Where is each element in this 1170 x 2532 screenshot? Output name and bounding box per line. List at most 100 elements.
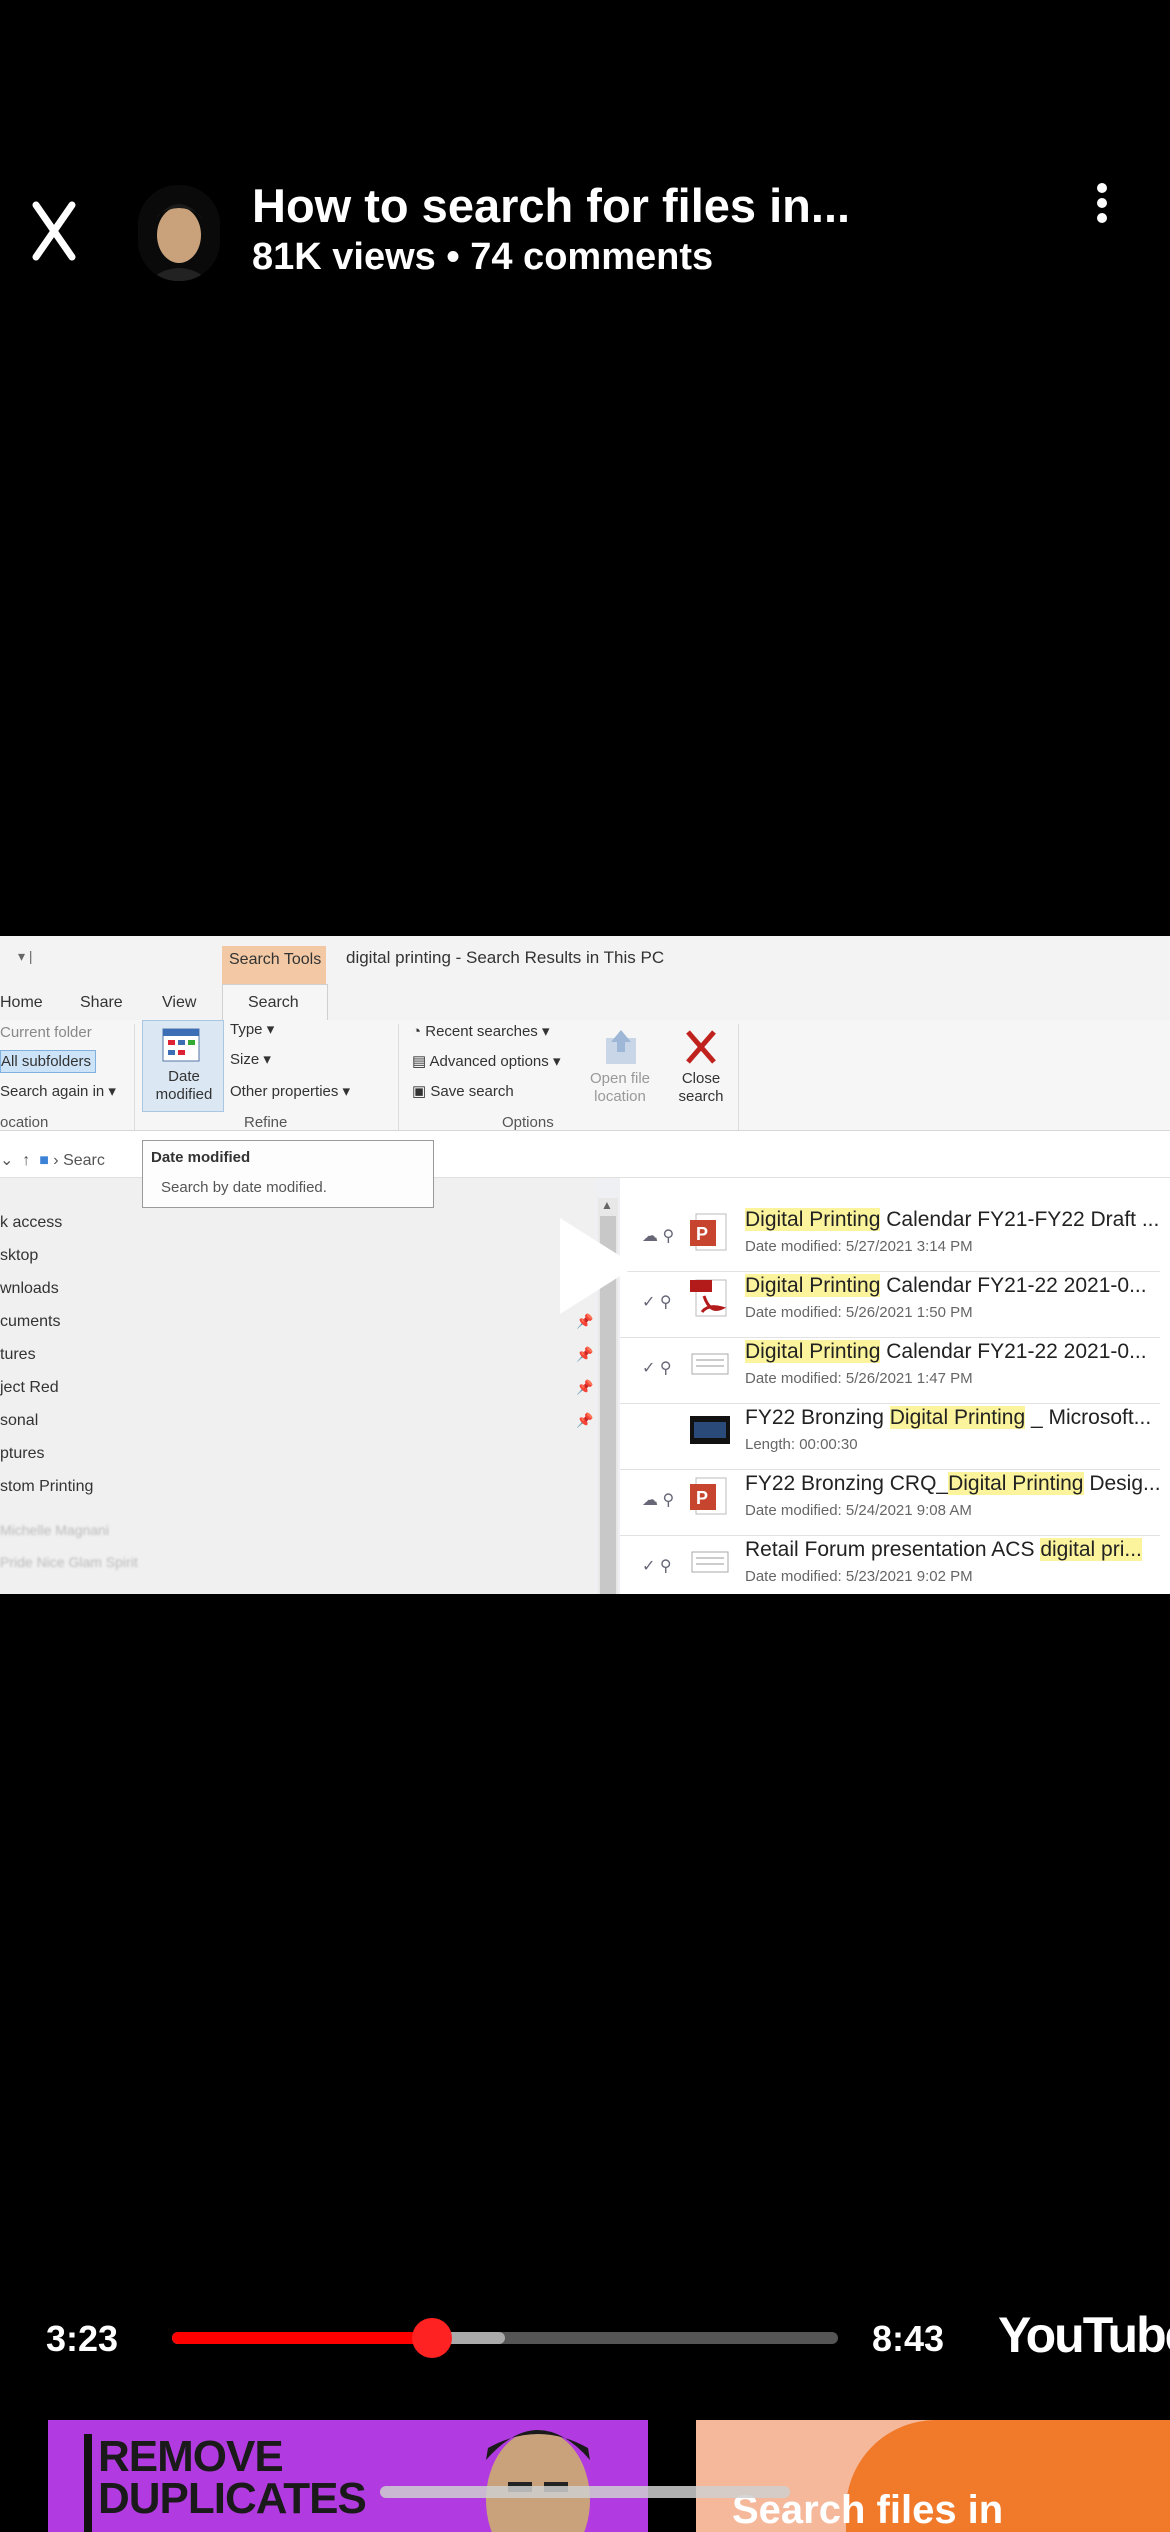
result-title: Retail Forum presentation ACS digital pr… <box>745 1538 1142 1562</box>
tooltip-title: Date modified <box>151 1149 251 1166</box>
tab-search: Search <box>248 994 299 1011</box>
size-option: Size ▾ <box>230 1051 271 1068</box>
video-icon <box>690 1410 730 1450</box>
view-count: 81K views <box>252 236 436 278</box>
nav-blurred-2: Pride Nice Glam Spirit <box>0 1554 138 1570</box>
sync-status-icon: ✓ ⚲ <box>642 1294 672 1311</box>
window-title: digital printing - Search Results in Thi… <box>346 948 665 967</box>
scroll-up-arrow: ▲ <box>601 1198 613 1212</box>
result-title-suffix: Calendar FY21-22 2021-0... <box>880 1274 1147 1297</box>
result-title-highlight: Digital Printing <box>745 1208 881 1231</box>
result-row: ☁ ⚲ P Digital Printing Calendar FY21-FY22 … <box>620 1206 1170 1272</box>
thumbnail-title: REMOVE DUPLICATES <box>98 2432 367 2523</box>
result-row: ✓ ⚲ Digital Printing Calendar FY21-22 202… <box>620 1272 1170 1338</box>
comment-count[interactable]: 74 comments <box>470 236 713 278</box>
type-option: Type ▾ <box>230 1021 275 1038</box>
result-title: Digital Printing Calendar FY21-22 2021-0… <box>745 1340 1147 1364</box>
result-row: ☁ ⚲ P FY22 Bronzing CRQ_Digital Printing D… <box>620 1470 1170 1536</box>
result-title: FY22 Bronzing CRQ_Digital Printing Desig… <box>745 1472 1161 1496</box>
pdf-icon <box>690 1278 730 1318</box>
document-icon <box>690 1344 730 1384</box>
result-title: Digital Printing Calendar FY21-22 2021-0… <box>745 1274 1147 1298</box>
recent-searches-option: ◔ Recent searches ▾ <box>412 1023 550 1040</box>
pin-icon: 📌 <box>576 1313 594 1329</box>
nav-item: stom Printing <box>0 1478 94 1495</box>
nav-item: k access <box>0 1214 63 1231</box>
close-search-label: Close search <box>678 1070 724 1105</box>
advanced-options-option: ▤ Advanced options ▾ <box>412 1053 561 1070</box>
nav-item: wnloads <box>0 1280 59 1297</box>
tooltip-body: Search by date modified. <box>161 1179 327 1196</box>
current-time: 3:23 <box>46 2318 119 2359</box>
result-title: Digital Printing Calendar FY21-FY22 Draf… <box>745 1208 1159 1232</box>
sync-status-icon: ☁ ⚲ <box>642 1492 675 1509</box>
close-icon <box>32 201 76 261</box>
result-subtitle: Date modified: 5/26/2021 1:50 PM <box>745 1304 973 1321</box>
result-subtitle: Date modified: 5/27/2021 3:14 PM <box>745 1238 973 1255</box>
close-button[interactable] <box>30 195 90 275</box>
search-again-option: Search again in ▾ <box>0 1083 116 1100</box>
home-indicator <box>380 2486 790 2498</box>
more-options-button[interactable] <box>1090 180 1114 228</box>
tab-home: Home <box>0 994 43 1011</box>
meta-separator: • <box>446 236 460 278</box>
result-title-prefix: FY22 Bronzing <box>745 1406 890 1429</box>
result-title: FY22 Bronzing Digital Printing _ Microso… <box>745 1406 1151 1430</box>
result-title-suffix: _ Microsoft... <box>1025 1406 1152 1429</box>
result-title-highlight: Digital Printing <box>948 1472 1084 1495</box>
related-video-thumbnail-2[interactable]: Search files in <box>696 2420 1170 2532</box>
other-properties-option: Other properties ▾ <box>230 1083 351 1100</box>
play-icon <box>560 1218 636 1314</box>
pin-icon: 📌 <box>576 1412 594 1428</box>
result-subtitle: Date modified: 5/26/2021 1:47 PM <box>745 1370 973 1387</box>
result-title-prefix: FY22 Bronzing CRQ_ <box>745 1472 949 1495</box>
channel-avatar[interactable] <box>138 185 220 281</box>
all-subfolders-option: All subfolders <box>0 1050 97 1073</box>
progress-played <box>172 2332 432 2344</box>
progress-scrubber[interactable] <box>411 2318 452 2358</box>
sync-status-icon: ✓ ⚲ <box>642 1558 672 1575</box>
result-subtitle: Date modified: 5/24/2021 9:08 AM <box>745 1502 972 1519</box>
document-icon <box>690 1542 730 1582</box>
result-title-highlight: Digital Printing <box>745 1274 881 1297</box>
result-row: ✓ ⚲ Digital Printing Calendar FY21-22 202… <box>620 1338 1170 1404</box>
nav-item: cuments <box>0 1313 61 1330</box>
open-location-icon <box>606 1030 636 1064</box>
sync-status-icon: ✓ ⚲ <box>642 1360 672 1377</box>
result-title-suffix: Calendar FY21-22 2021-0... <box>880 1340 1147 1363</box>
nav-item: sktop <box>0 1247 39 1264</box>
result-row: FY22 Bronzing Digital Printing _ Microso… <box>620 1404 1170 1470</box>
result-row: ✓ ⚲ Retail Forum presentation ACS digital… <box>620 1536 1170 1594</box>
nav-blurred-1: Michelle Magnani <box>0 1522 109 1538</box>
context-tab-label: Search Tools <box>229 951 322 968</box>
play-button[interactable] <box>556 1218 636 1314</box>
pin-icon: 📌 <box>576 1379 594 1395</box>
refine-group-label: Refine <box>244 1114 288 1131</box>
tab-view: View <box>162 994 197 1011</box>
save-search-option: ▣ Save search <box>412 1083 514 1100</box>
video-title[interactable]: How to search for files in... <box>252 178 850 233</box>
result-title-highlight: Digital Printing <box>745 1340 881 1363</box>
related-video-thumbnail[interactable]: REMOVE DUPLICATES <box>48 2420 648 2532</box>
date-modified-tooltip: Date modified Search by date modified. <box>142 1140 434 1208</box>
youtube-logo[interactable]: YouTube <box>998 2306 1170 2364</box>
close-search-icon <box>686 1030 716 1064</box>
powerpoint-icon: P <box>690 1476 730 1516</box>
result-subtitle: Date modified: 5/23/2021 9:02 PM <box>745 1568 973 1585</box>
svg-text:P: P <box>696 1224 708 1244</box>
presenter-image <box>486 2430 590 2532</box>
nav-item: sonal <box>0 1412 39 1429</box>
result-title-suffix: Calendar FY21-FY22 Draft ... <box>880 1208 1160 1231</box>
video-meta: 81K views • 74 comments <box>252 236 713 279</box>
more-vert-icon <box>1090 183 1114 223</box>
sync-status-icon: ☁ ⚲ <box>642 1228 675 1245</box>
nav-item: ptures <box>0 1445 45 1462</box>
current-folder-option: Current folder <box>0 1024 92 1041</box>
nav-up-arrows: ⌄ ↑ ■ › Searc <box>0 1152 105 1169</box>
powerpoint-icon: P <box>690 1212 730 1252</box>
result-title-suffix: Desig... <box>1083 1472 1161 1495</box>
tab-share: Share <box>80 994 123 1011</box>
options-group-label: Options <box>502 1114 554 1131</box>
calendar-icon <box>162 1028 200 1062</box>
nav-item: ject Red <box>0 1379 59 1396</box>
